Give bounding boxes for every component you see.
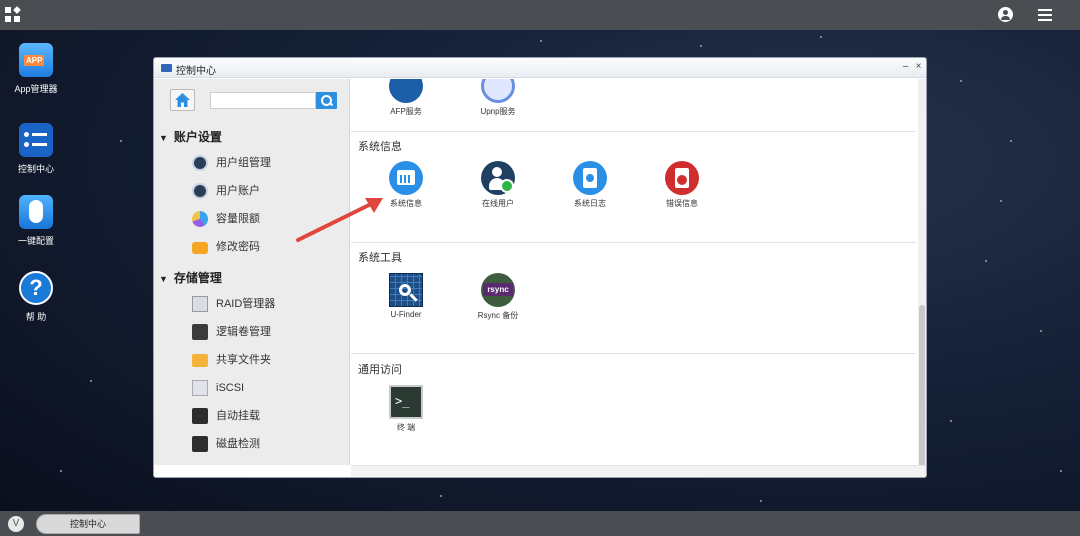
app-badge: APP xyxy=(24,55,45,66)
error-info-icon xyxy=(665,161,699,195)
system-log-icon xyxy=(573,161,607,195)
control-center-window: 控制中心 – × ▼ 账户设置 用户组管理 用户账户 容量限额 修改密码 ▼ 存储管… xyxy=(153,57,927,478)
system-info-icon xyxy=(389,161,423,195)
group-divider xyxy=(351,242,916,243)
main-panel: AFP服务 Upnp服务 系统信息 系统信息 在线用户 系统日志 错误信息 系统… xyxy=(351,79,916,465)
user-icon[interactable] xyxy=(998,7,1013,22)
item-error-info[interactable]: 错误信息 xyxy=(647,161,717,209)
scrollbar-thumb[interactable] xyxy=(919,305,925,477)
desktop-icon-label: 帮 助 xyxy=(25,312,47,322)
lock-icon xyxy=(192,242,208,254)
section-label: 账户设置 xyxy=(173,130,222,144)
user-group-icon xyxy=(192,155,208,171)
start-logo-icon[interactable]: V xyxy=(8,516,24,532)
desktop-icon-label: App管理器 xyxy=(14,84,58,94)
taskbar: V 控制中心 xyxy=(0,511,1080,536)
search-icon[interactable] xyxy=(316,92,337,109)
sidebar: ▼ 账户设置 用户组管理 用户账户 容量限额 修改密码 ▼ 存储管理 RAID管理器… xyxy=(154,79,350,465)
folder-icon xyxy=(192,354,208,367)
group-title-system-tools: 系统工具 xyxy=(358,252,402,264)
search-input[interactable] xyxy=(210,92,316,109)
section-account-settings[interactable]: ▼ 账户设置 xyxy=(159,128,222,145)
u-finder-icon xyxy=(389,273,423,307)
section-label: 存储管理 xyxy=(173,271,222,285)
desktop-icon-help[interactable]: ? 帮 助 xyxy=(1,271,71,323)
home-button[interactable] xyxy=(170,89,195,111)
app-manager-icon: APP xyxy=(19,43,53,77)
item-system-log[interactable]: 系统日志 xyxy=(555,161,625,209)
home-icon xyxy=(175,93,190,107)
disk-check-icon xyxy=(192,436,208,452)
item-rsync-backup[interactable]: rsync Rsync 备份 xyxy=(463,273,533,321)
item-upnp-service[interactable]: Upnp服务 xyxy=(463,79,533,117)
horizontal-scrollbar[interactable] xyxy=(351,465,926,477)
minimize-button[interactable]: – xyxy=(900,62,911,73)
close-button[interactable]: × xyxy=(913,62,924,73)
vertical-scrollbar[interactable] xyxy=(918,79,926,477)
window-title: 控制中心 xyxy=(176,66,216,77)
section-storage-management[interactable]: ▼ 存储管理 xyxy=(159,269,222,286)
item-online-users[interactable]: 在线用户 xyxy=(463,161,533,209)
iscsi-icon xyxy=(192,380,208,396)
rsync-icon: rsync xyxy=(481,273,515,307)
taskbar-item-control-center[interactable]: 控制中心 xyxy=(36,514,140,534)
control-center-icon xyxy=(19,123,53,157)
desktop-icon-label: 一键配置 xyxy=(17,236,54,246)
annotation-arrow xyxy=(296,198,383,242)
top-bar xyxy=(0,0,1080,30)
user-icon xyxy=(192,183,208,199)
rsync-badge: rsync xyxy=(483,283,513,296)
window-app-icon xyxy=(161,64,172,72)
help-icon: ? xyxy=(19,271,53,305)
raid-icon xyxy=(192,296,208,312)
terminal-icon: >_ xyxy=(389,385,423,419)
menu-icon[interactable] xyxy=(1038,9,1052,21)
desktop-icon-label: 控制中心 xyxy=(17,164,54,174)
afp-icon xyxy=(389,79,423,103)
group-title-system-info: 系统信息 xyxy=(358,141,402,153)
online-users-icon xyxy=(481,161,515,195)
item-terminal[interactable]: >_ 终 端 xyxy=(371,385,441,433)
desktop-icon-one-click-config[interactable]: 一键配置 xyxy=(1,195,71,247)
collapse-triangle-icon: ▼ xyxy=(159,274,168,284)
group-divider xyxy=(351,131,916,132)
group-divider xyxy=(351,353,916,354)
item-u-finder[interactable]: U-Finder xyxy=(371,273,441,319)
group-title-common-access: 通用访问 xyxy=(358,364,402,376)
quota-icon xyxy=(192,211,208,227)
collapse-triangle-icon: ▼ xyxy=(159,133,168,143)
item-afp-service[interactable]: AFP服务 xyxy=(371,79,441,117)
disk-icon xyxy=(192,324,208,340)
window-title-bar[interactable]: 控制中心 – × xyxy=(154,58,926,78)
upnp-icon xyxy=(481,79,515,103)
app-grid-icon[interactable] xyxy=(5,6,21,23)
desktop-icon-app-manager[interactable]: APP App管理器 xyxy=(1,43,71,95)
auto-mount-icon xyxy=(192,408,208,424)
one-click-config-icon xyxy=(19,195,53,229)
desktop-icon-control-center[interactable]: 控制中心 xyxy=(1,123,71,175)
